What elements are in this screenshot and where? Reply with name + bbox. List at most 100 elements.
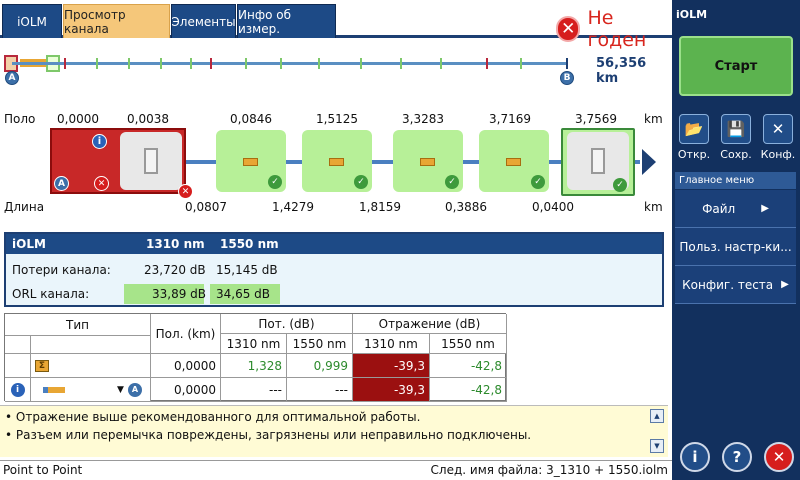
info-button[interactable]: i <box>680 442 710 472</box>
info-icon: i <box>692 448 698 466</box>
section-length: 1,4279 <box>272 200 314 214</box>
table-row-type[interactable]: Σ <box>31 354 151 378</box>
table-cell-loss-1310: 1,328 <box>221 354 287 378</box>
fail-icon: ✕ <box>94 176 109 191</box>
sum-icon: Σ <box>35 359 49 372</box>
tab-measurement-info[interactable]: Инфо об измер. <box>237 4 336 38</box>
marker-a-icon[interactable]: A <box>5 71 19 85</box>
tab-elements[interactable]: Элементы <box>171 4 236 38</box>
pass-check-icon: ✓ <box>531 175 545 189</box>
test-mode: Point to Point <box>3 463 83 477</box>
main-menu-title: Главное меню <box>675 172 796 189</box>
event-tick <box>210 58 212 69</box>
summary-label: ORL канала: <box>12 287 90 301</box>
table-row-info[interactable]: i <box>5 378 31 402</box>
marker-a-icon: A <box>54 176 69 191</box>
event-tick <box>245 58 247 69</box>
connector-element[interactable]: ✓ <box>216 130 286 192</box>
event-tick <box>160 58 162 69</box>
menu-item-label: Файл <box>702 201 736 216</box>
event-tick <box>96 58 98 69</box>
marker-b-icon[interactable]: B <box>560 71 574 85</box>
event-tick <box>128 58 130 69</box>
connector-icon <box>420 158 435 166</box>
selected-element-group[interactable]: i A ✕ ✕ <box>50 128 193 199</box>
col-position: Пол. (km) <box>151 314 221 354</box>
close-button[interactable]: ✕ <box>764 442 794 472</box>
event-tick <box>520 58 522 69</box>
pass-check-icon: ✓ <box>445 175 459 189</box>
table-cell-refl-1310: -39,3 <box>353 378 430 402</box>
connector-icon <box>43 386 65 393</box>
summary-col-1550: 1550 nm <box>220 237 279 251</box>
summary-row: ORL канала: 33,89 dB 34,65 dB <box>6 284 662 304</box>
element-position: 0,0038 <box>127 112 169 126</box>
summary-header: iOLM 1310 nm 1550 nm <box>6 234 662 254</box>
menu-item-test-config[interactable]: Конфиг. теста ▶ <box>675 266 796 304</box>
table-cell-refl-1550: -42,8 <box>430 354 507 378</box>
scroll-right-arrow-icon[interactable] <box>642 149 656 175</box>
save-icon[interactable]: 💾 <box>721 114 751 144</box>
config-label: Конф. <box>760 148 796 161</box>
help-button[interactable]: ? <box>722 442 752 472</box>
open-folder-icon[interactable]: 📂 <box>679 114 709 144</box>
col-refl-1550: 1550 nm <box>430 334 507 354</box>
end-connector-element[interactable]: ✓ <box>561 128 635 196</box>
connector-icon <box>506 158 521 166</box>
summary-value: 15,145 dB <box>216 263 278 277</box>
event-tick <box>400 58 402 69</box>
summary-value: 33,89 dB <box>152 287 207 301</box>
event-tick <box>486 58 488 69</box>
connector-icon <box>144 148 158 174</box>
marker-a-icon: A <box>127 382 142 397</box>
start-button[interactable]: Старт <box>679 36 793 96</box>
menu-item-user-settings[interactable]: Польз. настр-ки... <box>675 228 796 266</box>
element-position: 0,0846 <box>230 112 272 126</box>
events-table: Тип Пол. (km) Пот. (dB) Отражение (dB) 1… <box>4 313 507 402</box>
table-cell-refl-1550: -42,8 <box>430 378 507 402</box>
event-tick <box>280 58 282 69</box>
total-distance: 56,356 km <box>596 56 647 86</box>
connector-element[interactable]: ✓ <box>302 130 372 192</box>
message-line: • Разъем или перемычка повреждены, загря… <box>5 428 532 442</box>
section-length: 0,0400 <box>532 200 574 214</box>
table-row-type[interactable]: ▼ A <box>31 378 151 402</box>
tab-link-view[interactable]: Просмотр канала <box>63 4 170 38</box>
element-position: 3,3283 <box>402 112 444 126</box>
summary-col-1310: 1310 nm <box>146 237 205 251</box>
table-cell-position: 0,0000 <box>151 354 221 378</box>
next-file-name: След. имя файла: 3_1310 + 1550.iolm <box>430 463 668 477</box>
start-connector-element[interactable] <box>120 132 182 190</box>
length-unit: km <box>644 200 663 214</box>
connector-element[interactable]: ✓ <box>393 130 463 192</box>
info-icon[interactable]: i <box>10 382 25 397</box>
position-label: Поло <box>4 112 36 126</box>
col-reflectance: Отражение (dB) <box>353 314 507 334</box>
table-row-blank <box>5 354 31 378</box>
element-position: 1,5125 <box>316 112 358 126</box>
summary-title: iOLM <box>12 237 46 251</box>
tab-bar: iOLM Просмотр канала Элементы Инфо об из… <box>0 0 672 51</box>
table-cell-refl-1310: -39,3 <box>353 354 430 378</box>
section-length: 0,0807 <box>185 200 227 214</box>
scroll-up-icon[interactable]: ▲ <box>650 409 664 423</box>
fail-icon: ✕ <box>556 16 581 42</box>
config-tools-icon[interactable]: ✕ <box>763 114 793 144</box>
tab-iolm[interactable]: iOLM <box>2 4 62 38</box>
scroll-down-icon[interactable]: ▼ <box>650 439 664 453</box>
event-tick <box>440 58 442 69</box>
menu-item-file[interactable]: Файл ▶ <box>675 190 796 228</box>
open-label: Откр. <box>677 148 711 161</box>
message-line: • Отражение выше рекомендованного для оп… <box>5 410 421 424</box>
element-position: 3,7169 <box>489 112 531 126</box>
info-icon[interactable]: i <box>92 134 107 149</box>
connector-element[interactable]: ✓ <box>479 130 549 192</box>
section-length: 1,8159 <box>359 200 401 214</box>
table-cell-loss-1550: 0,999 <box>287 354 353 378</box>
summary-row: Потери канала: 23,720 dB 15,145 dB <box>6 260 662 280</box>
dropdown-arrow-icon[interactable]: ▼ <box>117 385 124 395</box>
messages-scrollbar[interactable]: ▲ ▼ <box>650 409 664 455</box>
col-loss-1310: 1310 nm <box>221 334 287 354</box>
connector-icon <box>591 148 605 174</box>
col-type: Тип <box>5 314 151 336</box>
